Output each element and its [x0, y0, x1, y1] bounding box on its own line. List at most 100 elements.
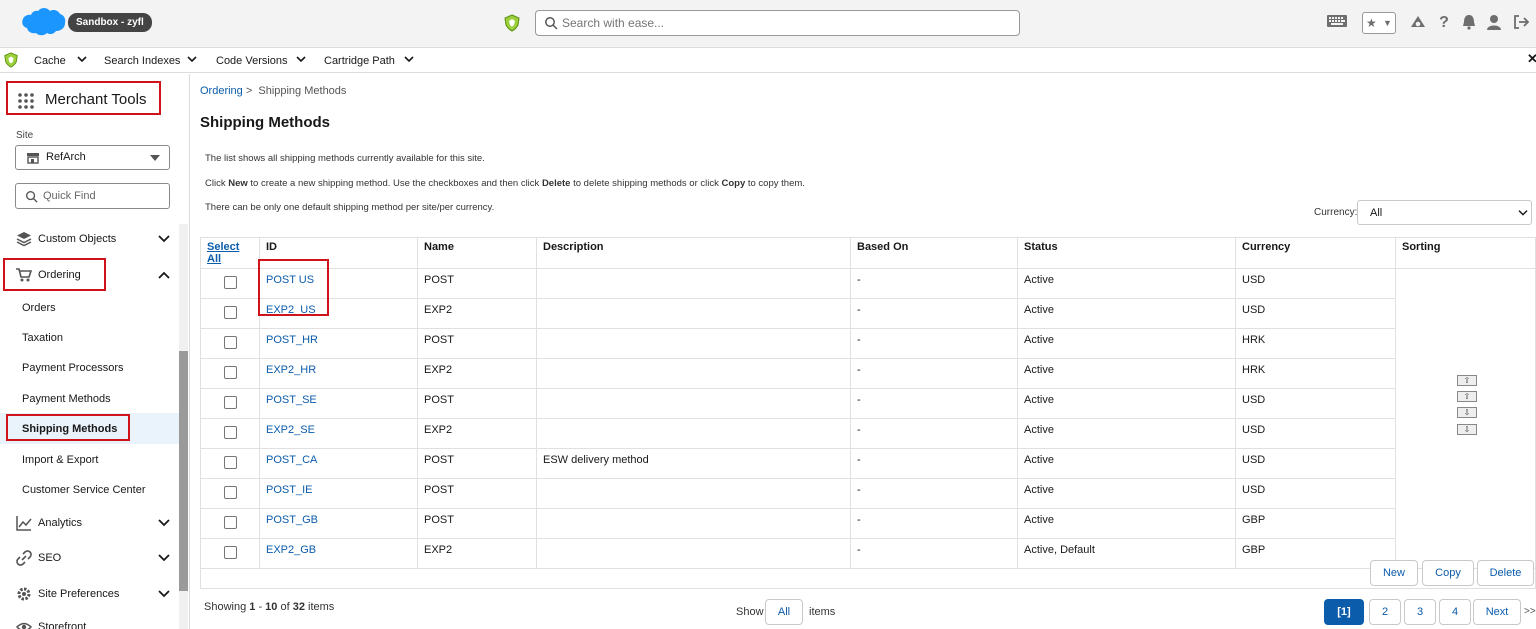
row-checkbox[interactable]: [224, 336, 237, 349]
cell-currency: USD: [1235, 298, 1396, 329]
sidebar-item-payment-methods[interactable]: Payment Methods: [22, 393, 111, 405]
row-checkbox[interactable]: [224, 306, 237, 319]
last-page-link[interactable]: >>: [1524, 606, 1536, 617]
nav-code-versions[interactable]: Code Versions: [216, 55, 288, 67]
move-top-button[interactable]: ⇧: [1457, 375, 1477, 386]
sidebar-item-shipping-methods[interactable]: Shipping Methods: [22, 423, 117, 435]
main-content: Ordering > Shipping Methods Shipping Met…: [190, 74, 1536, 629]
shield-logo-icon: [4, 52, 18, 68]
nav-group-custom-objects[interactable]: Custom Objects: [16, 231, 176, 249]
trailhead-icon[interactable]: [1409, 13, 1427, 33]
chevron-down-icon[interactable]: [186, 53, 198, 65]
sorting-cell: [1395, 268, 1536, 569]
nav-group-site-preferences[interactable]: Site Preferences: [16, 586, 176, 604]
close-icon[interactable]: ✕: [1527, 51, 1536, 67]
global-search[interactable]: [535, 10, 1020, 36]
row-checkbox-cell: [200, 328, 260, 359]
table-row: POST_HR POST - Active HRK: [200, 328, 1536, 359]
col-header-currency[interactable]: Currency: [1235, 237, 1396, 269]
row-checkbox[interactable]: [224, 456, 237, 469]
scrollbar-thumb[interactable]: [179, 351, 188, 591]
col-header-status[interactable]: Status: [1017, 237, 1236, 269]
cell-id: POST_IE: [259, 478, 418, 509]
site-select[interactable]: RefArch: [15, 145, 170, 170]
page-button-current[interactable]: [1]: [1324, 599, 1364, 625]
chevron-down-icon[interactable]: [403, 53, 415, 65]
chevron-down-icon: [158, 590, 170, 598]
global-search-input[interactable]: [562, 14, 1012, 32]
cell-currency-value: USD: [1242, 484, 1266, 496]
favorites-menu[interactable]: ★ ▼: [1362, 12, 1396, 34]
cell-status-value: Active, Default: [1024, 544, 1095, 556]
breadcrumb-ordering-link[interactable]: Ordering: [200, 85, 243, 97]
breadcrumb-current: Shipping Methods: [258, 85, 347, 97]
sidebar-scrollbar[interactable]: [179, 224, 188, 629]
currency-select[interactable]: All: [1357, 200, 1532, 225]
chevron-down-icon[interactable]: [76, 53, 88, 65]
cell-description: [536, 298, 851, 329]
move-up-button[interactable]: ⇧: [1457, 391, 1477, 402]
logout-icon[interactable]: [1512, 13, 1530, 33]
new-button[interactable]: New: [1370, 560, 1418, 586]
cell-id-value[interactable]: POST_IE: [266, 484, 312, 496]
col-header-based-on[interactable]: Based On: [850, 237, 1018, 269]
cell-id-value[interactable]: POST_CA: [266, 454, 317, 466]
help-icon[interactable]: ?: [1437, 13, 1451, 33]
move-down-button[interactable]: ⇩: [1457, 407, 1477, 418]
sidebar-item-payment-processors[interactable]: Payment Processors: [22, 362, 123, 374]
cell-id-value[interactable]: EXP2_GB: [266, 544, 316, 556]
sidebar-item-import-export[interactable]: Import & Export: [22, 454, 98, 466]
table-row: POST_CA POST ESW delivery method - Active USD: [200, 448, 1536, 479]
app-launcher-icon[interactable]: [17, 92, 35, 110]
delete-button[interactable]: Delete: [1477, 560, 1534, 586]
sidebar-item-customer-service-center[interactable]: Customer Service Center: [22, 484, 146, 496]
page-button-2[interactable]: 2: [1369, 599, 1401, 625]
cell-currency-value: USD: [1242, 394, 1266, 406]
nav-group-analytics[interactable]: Analytics: [16, 515, 176, 533]
cell-name: POST: [417, 448, 537, 479]
keyboard-icon[interactable]: [1325, 13, 1349, 33]
cell-based-on: -: [850, 388, 1018, 419]
cell-name-value: POST: [424, 274, 454, 286]
chevron-down-icon[interactable]: [295, 53, 307, 65]
row-checkbox[interactable]: [224, 486, 237, 499]
next-page-button[interactable]: Next: [1473, 599, 1521, 625]
desc-text: Click: [205, 178, 229, 189]
nav-cache[interactable]: Cache: [34, 55, 66, 67]
cell-currency-value: HRK: [1242, 334, 1266, 346]
page-button-3[interactable]: 3: [1404, 599, 1436, 625]
select-all-link[interactable]: Select All: [207, 241, 239, 265]
nav-group-seo[interactable]: SEO: [16, 550, 176, 568]
cell-id-value[interactable]: POST_HR: [266, 334, 318, 346]
showing-text: items: [304, 601, 335, 613]
row-checkbox[interactable]: [224, 396, 237, 409]
quick-find-field[interactable]: Quick Find: [15, 183, 170, 209]
col-header-name[interactable]: Name: [417, 237, 537, 269]
nav-group-label: Custom Objects: [38, 233, 117, 245]
cell-name-value: POST: [424, 394, 454, 406]
row-checkbox[interactable]: [224, 516, 237, 529]
sidebar-item-taxation[interactable]: Taxation: [22, 332, 63, 344]
global-header: Sandbox - zyfl ★ ▼ ?: [0, 0, 1536, 48]
sidebar-item-orders[interactable]: Orders: [22, 302, 56, 314]
row-checkbox[interactable]: [224, 276, 237, 289]
nav-group-ordering[interactable]: Ordering: [16, 267, 176, 285]
nav-search-indexes[interactable]: Search Indexes: [104, 55, 180, 67]
nav-cartridge-path[interactable]: Cartridge Path: [324, 55, 395, 67]
cell-id-value[interactable]: POST_SE: [266, 394, 317, 406]
nav-group-storefront[interactable]: Storefront: [16, 619, 176, 629]
row-checkbox[interactable]: [224, 366, 237, 379]
move-bottom-button[interactable]: ⇩: [1457, 424, 1477, 435]
cell-id-value[interactable]: POST_GB: [266, 514, 318, 526]
salesforce-cloud-logo[interactable]: [18, 6, 66, 40]
cart-icon: [16, 268, 32, 282]
page-size-all-button[interactable]: All: [765, 599, 803, 625]
user-profile-icon[interactable]: [1486, 13, 1502, 33]
row-checkbox[interactable]: [224, 426, 237, 439]
notifications-bell-icon[interactable]: [1461, 13, 1477, 33]
cell-id-value[interactable]: EXP2_SE: [266, 424, 315, 436]
col-header-description[interactable]: Description: [536, 237, 851, 269]
copy-button[interactable]: Copy: [1422, 560, 1474, 586]
cell-id-value[interactable]: EXP2_HR: [266, 364, 316, 376]
page-button-4[interactable]: 4: [1439, 599, 1471, 625]
